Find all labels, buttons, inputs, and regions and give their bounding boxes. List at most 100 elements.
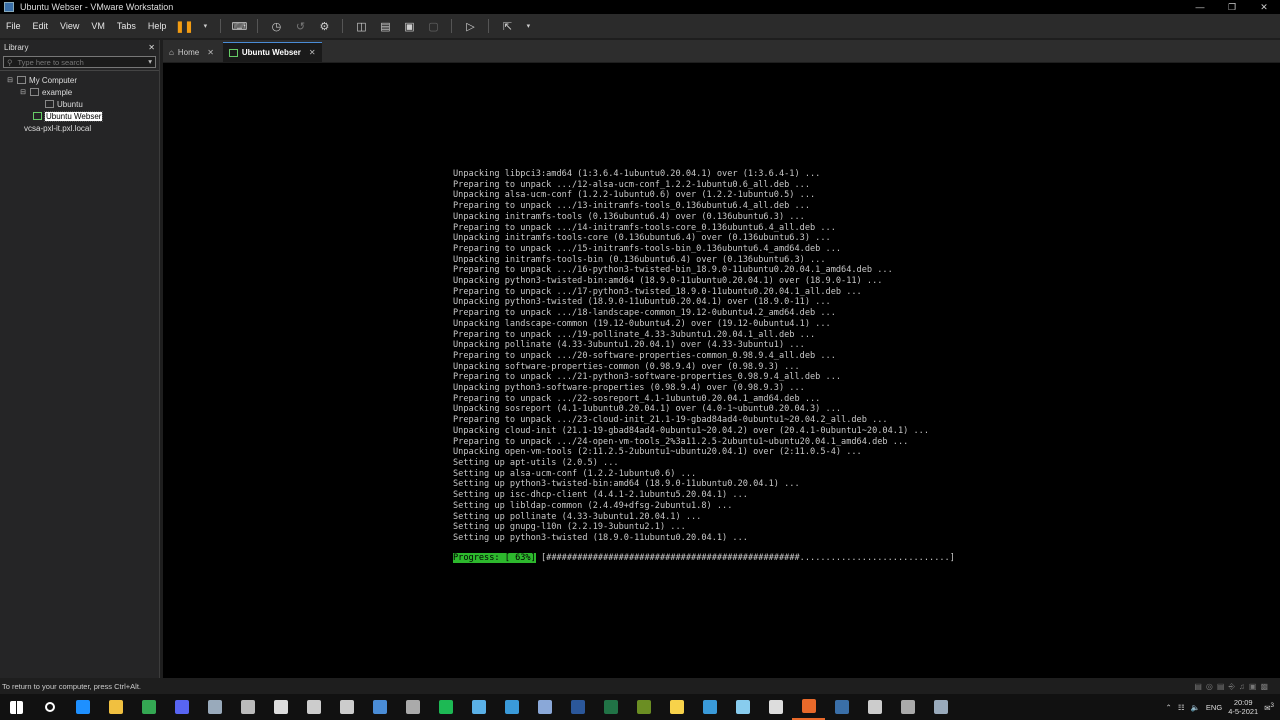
- close-tab-icon[interactable]: ✕: [309, 48, 316, 57]
- word-icon: [570, 700, 585, 714]
- taskbar-app-13[interactable]: [429, 694, 462, 720]
- menu-help[interactable]: Help: [142, 21, 173, 31]
- network-icon[interactable]: ☷: [1178, 703, 1185, 712]
- close-button[interactable]: ✕: [1248, 0, 1280, 14]
- network-adapter-icon[interactable]: ▤: [1217, 682, 1225, 692]
- taskbar-app-20[interactable]: [660, 694, 693, 720]
- menu-tabs[interactable]: Tabs: [111, 21, 142, 31]
- tree-node-label: Ubuntu Webser: [43, 110, 104, 122]
- notification-count: 3: [1270, 701, 1274, 709]
- taskbar-app-6[interactable]: [198, 694, 231, 720]
- taskbar-app-23[interactable]: [759, 694, 792, 720]
- taskbar-app-11[interactable]: [363, 694, 396, 720]
- library-search-input[interactable]: ⚲ Type here to search ▾: [3, 56, 156, 68]
- language-indicator[interactable]: ENG: [1206, 703, 1222, 712]
- taskbar-app-22[interactable]: [726, 694, 759, 720]
- taskbar-app-19[interactable]: [627, 694, 660, 720]
- app-icon-15: [504, 700, 519, 714]
- vm-running-icon: [33, 112, 42, 120]
- tree-node-label: My Computer: [29, 75, 78, 85]
- taskbar-app-0[interactable]: [0, 694, 33, 720]
- usb-icon[interactable]: ⎆: [1228, 682, 1234, 692]
- thumbnail-bar-icon[interactable]: ▤: [378, 19, 392, 33]
- display-icon[interactable]: ▣: [1249, 682, 1257, 692]
- menu-file[interactable]: File: [0, 21, 27, 31]
- status-bar: To return to your computer, press Ctrl+A…: [0, 680, 1280, 693]
- tab-home[interactable]: ⌂ Home ✕: [163, 42, 220, 62]
- taskbar-app-25[interactable]: [825, 694, 858, 720]
- window-title: Ubuntu Webser - VMware Workstation: [20, 2, 174, 12]
- chevron-down-icon[interactable]: ▾: [148, 57, 152, 66]
- unity-icon[interactable]: ▢: [426, 19, 440, 33]
- revert-snapshot-icon[interactable]: ↺: [293, 19, 307, 33]
- taskbar-app-8[interactable]: [264, 694, 297, 720]
- taskbar-app-17[interactable]: [561, 694, 594, 720]
- snapshot-manager-icon[interactable]: ⚙: [317, 19, 331, 33]
- file-explorer-icon: [108, 700, 123, 714]
- progress-bar: [#######################################…: [540, 553, 955, 563]
- taskbar-app-5[interactable]: [165, 694, 198, 720]
- menu-edit[interactable]: Edit: [27, 21, 55, 31]
- taskbar-app-1[interactable]: [33, 694, 66, 720]
- notifications-icon[interactable]: ✉3: [1264, 702, 1274, 713]
- tab-label: Home: [177, 47, 200, 57]
- calculator-icon: [372, 700, 387, 714]
- taskbar-app-7[interactable]: [231, 694, 264, 720]
- taskbar-app-18[interactable]: [594, 694, 627, 720]
- taskbar-app-10[interactable]: [330, 694, 363, 720]
- taskbar-app-24[interactable]: [792, 694, 825, 720]
- snapshot-icon[interactable]: ◷: [269, 19, 283, 33]
- sound-card-icon[interactable]: ♫: [1239, 682, 1245, 692]
- device-status-icons: ▤ ◎ ▤ ⎆ ♫ ▣ ▩: [1194, 682, 1280, 692]
- volume-icon[interactable]: 🔈: [1191, 703, 1200, 712]
- tree-node-vcsa[interactable]: vcsa-pxl-it.pxl.local: [0, 122, 159, 134]
- cd-rom-icon[interactable]: ◎: [1206, 682, 1213, 692]
- collapse-icon[interactable]: ⊟: [6, 76, 14, 84]
- taskbar-app-16[interactable]: [528, 694, 561, 720]
- taskbar-app-15[interactable]: [495, 694, 528, 720]
- collapse-icon[interactable]: ⊟: [19, 88, 27, 96]
- chevron-down-icon[interactable]: ▾: [524, 19, 532, 33]
- console-view-icon[interactable]: ▷: [463, 19, 477, 33]
- hard-disk-icon[interactable]: ▤: [1194, 682, 1202, 692]
- message-log-icon[interactable]: ▩: [1260, 682, 1268, 692]
- pause-icon[interactable]: ❚❚: [175, 19, 193, 33]
- taskbar-app-28[interactable]: [924, 694, 957, 720]
- taskbar-app-26[interactable]: [858, 694, 891, 720]
- taskbar-app-4[interactable]: [132, 694, 165, 720]
- terminal-line: Unpacking sosreport (4.1-1ubuntu0.20.04.…: [453, 404, 842, 415]
- vm-console[interactable]: Unpacking libpci3:amd64 (1:3.6.4-1ubuntu…: [163, 63, 1280, 678]
- library-title: Library: [4, 42, 29, 52]
- tree-node-ubuntu[interactable]: Ubuntu: [0, 98, 159, 110]
- app-icon-10: [339, 700, 354, 714]
- menu-view[interactable]: View: [54, 21, 85, 31]
- sticky-notes-icon: [669, 700, 684, 714]
- taskbar-app-14[interactable]: [462, 694, 495, 720]
- maximize-button[interactable]: ❐: [1216, 0, 1248, 14]
- chevron-down-icon[interactable]: ▾: [201, 19, 209, 33]
- full-screen-icon[interactable]: ▣: [402, 19, 416, 33]
- clock-date: 4-5-2021: [1228, 707, 1259, 716]
- menu-vm[interactable]: VM: [85, 21, 111, 31]
- terminal-line: Unpacking pollinate (4.33-3ubuntu1.20.04…: [453, 340, 805, 351]
- taskbar-app-2[interactable]: [66, 694, 99, 720]
- taskbar-app-21[interactable]: [693, 694, 726, 720]
- taskbar-app-12[interactable]: [396, 694, 429, 720]
- toolbar-divider: [451, 19, 453, 33]
- stretch-guest-icon[interactable]: ⇱: [500, 19, 514, 33]
- close-tab-icon[interactable]: ✕: [207, 48, 214, 57]
- taskbar-app-9[interactable]: [297, 694, 330, 720]
- send-ctrl-alt-del-icon[interactable]: ⌨: [231, 19, 247, 33]
- tree-node-ubuntu-webser[interactable]: Ubuntu Webser: [0, 110, 159, 122]
- taskbar-app-3[interactable]: [99, 694, 132, 720]
- tab-ubuntu-webser[interactable]: Ubuntu Webser ✕: [222, 42, 322, 62]
- minimize-button[interactable]: —: [1184, 0, 1216, 14]
- taskbar-app-27[interactable]: [891, 694, 924, 720]
- library-close-icon[interactable]: ✕: [148, 43, 155, 52]
- tray-chevron-up-icon[interactable]: ⌃: [1166, 703, 1172, 712]
- clock[interactable]: 20:09 4-5-2021: [1228, 698, 1258, 716]
- tree-node-example[interactable]: ⊟ example: [0, 86, 159, 98]
- library-toggle-icon[interactable]: ◫: [354, 19, 368, 33]
- tree-node-my-computer[interactable]: ⊟ My Computer: [0, 74, 159, 86]
- tree-node-label: Ubuntu: [57, 99, 83, 109]
